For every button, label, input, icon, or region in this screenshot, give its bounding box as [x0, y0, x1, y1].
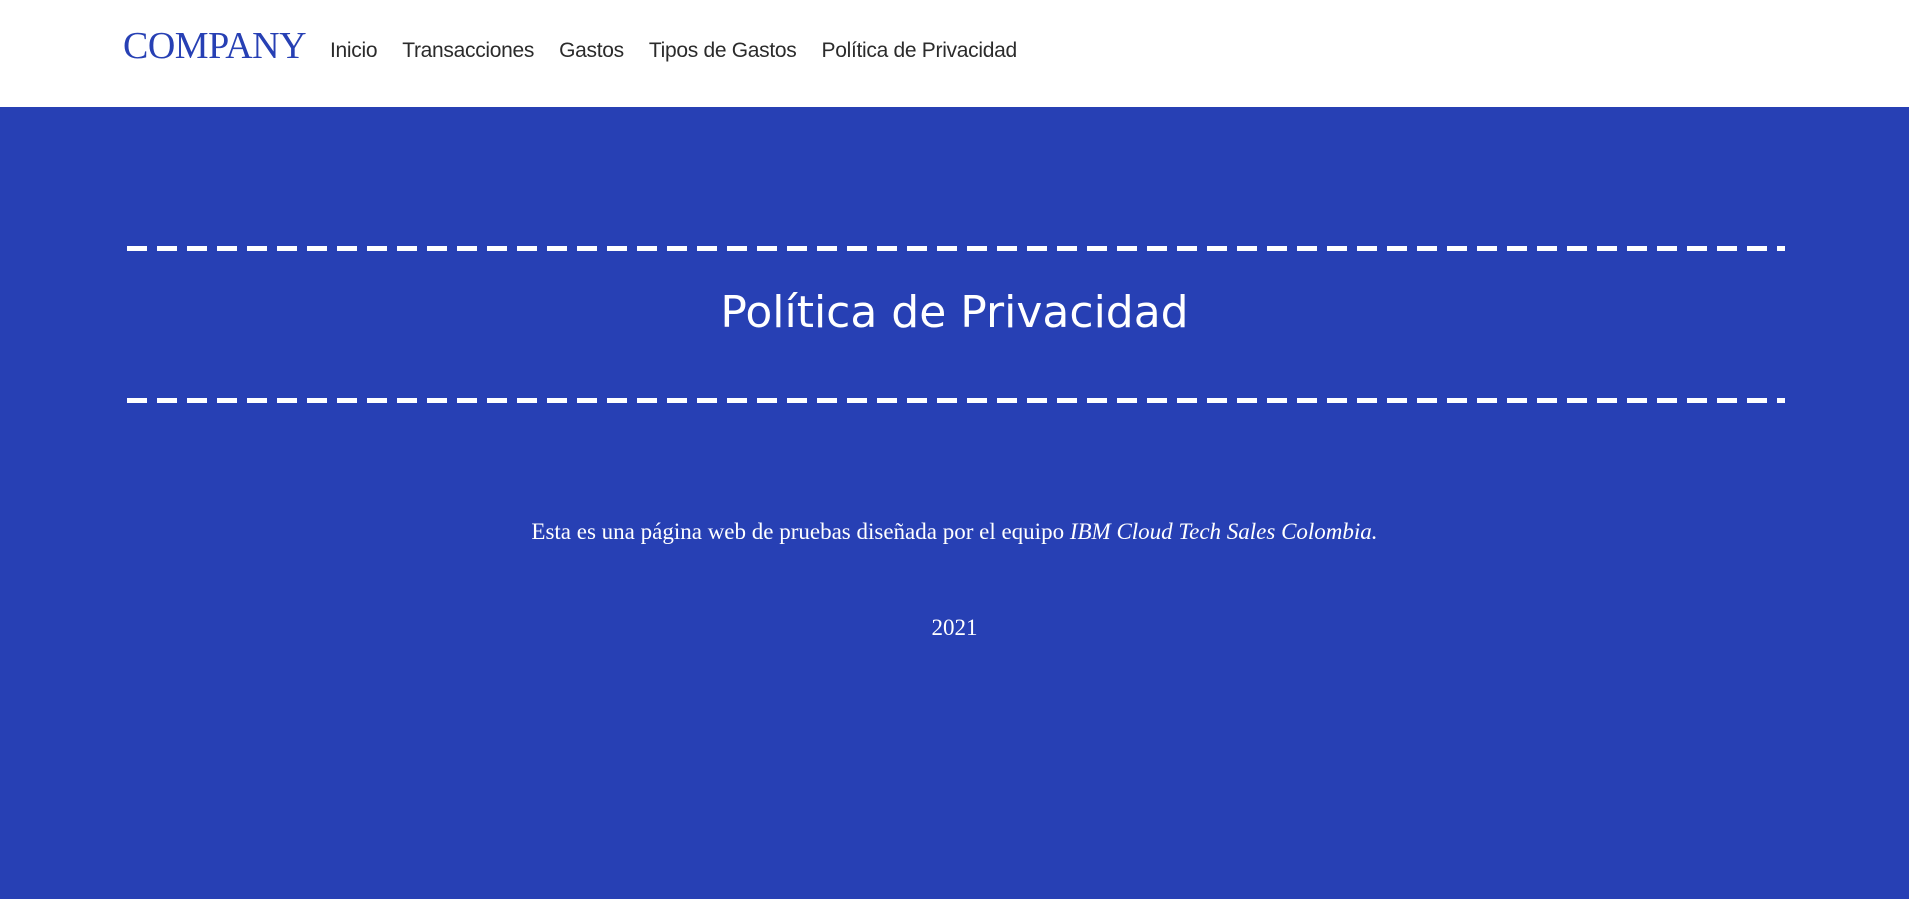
privacy-description-text: Esta es una página web de pruebas diseña…: [531, 519, 1070, 544]
team-name: IBM Cloud Tech Sales Colombia.: [1069, 519, 1378, 544]
privacy-section: Política de Privacidad Esta es una págin…: [0, 107, 1909, 899]
dashed-divider-bottom: [127, 398, 1785, 403]
page-title: Política de Privacidad: [720, 287, 1189, 338]
nav-link-gastos[interactable]: Gastos: [559, 36, 624, 66]
brand-logo-link[interactable]: COMPANY: [123, 22, 307, 70]
nav-link-politica-de-privacidad[interactable]: Política de Privacidad: [822, 36, 1018, 66]
nav-link-transacciones[interactable]: Transacciones: [402, 36, 534, 66]
nav-link-tipos-de-gastos[interactable]: Tipos de Gastos: [649, 36, 797, 66]
main-nav: Inicio Transacciones Gastos Tipos de Gas…: [330, 36, 1042, 66]
top-navbar: COMPANY Inicio Transacciones Gastos Tipo…: [0, 0, 1909, 107]
dashed-divider-top: [127, 246, 1785, 251]
nav-link-inicio[interactable]: Inicio: [330, 36, 378, 66]
privacy-description: Esta es una página web de pruebas diseña…: [0, 517, 1909, 547]
copyright-year: 2021: [931, 615, 978, 640]
